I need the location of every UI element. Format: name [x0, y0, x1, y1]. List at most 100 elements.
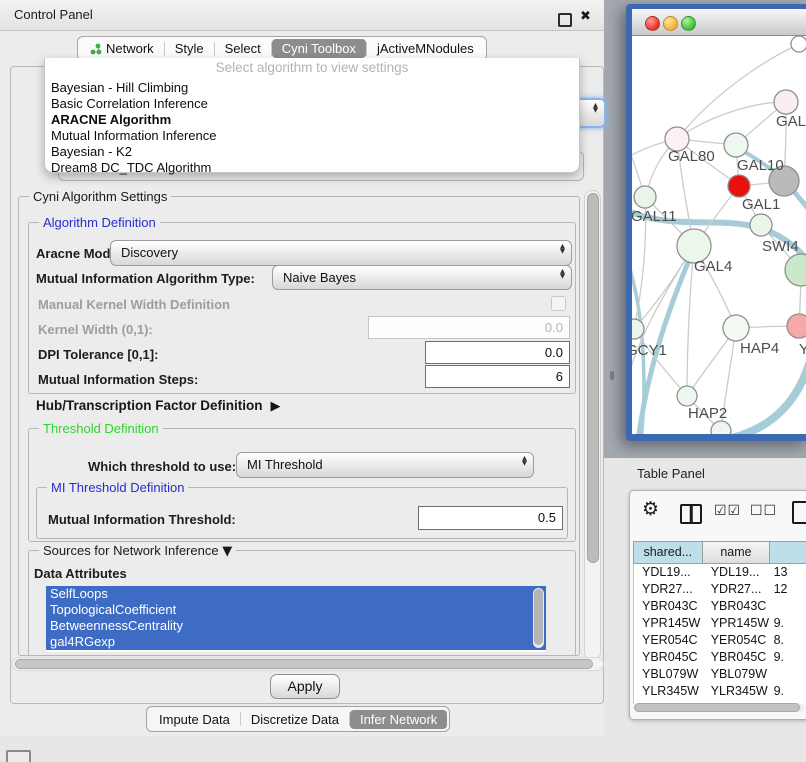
dropdown-option[interactable]: Mutual Information Inference [51, 128, 573, 144]
hub-transcription-factor-section[interactable]: Hub/Transcription Factor Definition▶ [36, 398, 281, 414]
table-row[interactable]: YBL079WYBL079W [634, 666, 806, 683]
threshold-definition-legend: Threshold Definition [39, 421, 163, 436]
algorithm-definition-legend: Algorithm Definition [39, 215, 160, 230]
settings-vscrollbar-thumb[interactable] [587, 193, 599, 563]
table-cell: YDR27... [703, 581, 771, 598]
manual-kernel-width-label: Manual Kernel Width Definition [38, 297, 230, 312]
attributes-list-scrollbar[interactable] [533, 588, 544, 648]
hide-columns-icon[interactable]: ☐☐ [750, 503, 777, 519]
table-hscrollbar-thumb[interactable] [634, 703, 800, 712]
network-node-label: GCY1 [632, 342, 667, 359]
table-row[interactable]: YBR043CYBR043C [634, 598, 806, 615]
table-mode-icon[interactable] [792, 501, 806, 524]
panel-divider-grip[interactable] [610, 371, 614, 380]
network-node-gal10[interactable] [724, 133, 748, 157]
tab-select[interactable]: Select [215, 39, 271, 58]
dropdown-option[interactable]: Dream8 DC_TDC Algorithm [51, 160, 573, 176]
table-cell [771, 598, 806, 615]
table-cell: YDL19... [703, 564, 771, 581]
network-node[interactable] [791, 36, 806, 52]
tab-style[interactable]: Style [165, 39, 214, 58]
table-column-header[interactable]: name [703, 542, 771, 564]
dropdown-option[interactable]: ARACNE Algorithm [51, 112, 573, 128]
dropdown-option[interactable]: Basic Correlation Inference [51, 96, 573, 112]
mi-algorithm-type-combobox[interactable]: Naive Bayes ▲▼ [272, 265, 572, 290]
window-zoom-button[interactable] [681, 16, 696, 31]
network-canvas[interactable]: GALGAL80GAL10GAL1GAL11SWI4GAL4GCY1HAP4YH… [632, 36, 806, 434]
tab-label: Infer Network [360, 712, 437, 727]
tab-discretize-data[interactable]: Discretize Data [241, 710, 349, 729]
settings-hscrollbar-thumb[interactable] [15, 659, 593, 669]
tab-label: Network [106, 41, 154, 56]
column-split-icon[interactable] [680, 504, 702, 524]
aracne-mode-combobox[interactable]: Discovery ▲▼ [110, 240, 572, 266]
expand-arrow-icon[interactable]: ▶ [271, 399, 281, 414]
tab-cyni-toolbox[interactable]: Cyni Toolbox [272, 39, 366, 58]
window-minimize-button[interactable] [663, 16, 678, 31]
attribute-list-item[interactable]: TopologicalCoefficient [46, 602, 546, 618]
float-icon[interactable] [558, 13, 572, 27]
table-column-header[interactable] [770, 542, 806, 564]
table-cell: 8. [771, 632, 806, 649]
tab-label: Select [225, 41, 261, 56]
mi-threshold-field[interactable]: 0.5 [418, 506, 563, 530]
table-row[interactable]: YPR145WYPR145W9. [634, 615, 806, 632]
manual-kernel-width-checkbox[interactable] [551, 296, 566, 311]
table-row[interactable]: YDL19...YDL19...13 [634, 564, 806, 581]
network-node-gal1[interactable] [728, 175, 750, 197]
tab-network[interactable]: Network [80, 39, 164, 58]
dpi-tolerance-field[interactable]: 0.0 [425, 341, 570, 364]
table-cell: YDL19... [634, 564, 703, 581]
mi-algorithm-type-label: Mutual Information Algorithm Type: [36, 271, 255, 286]
tab-infer-network[interactable]: Infer Network [350, 710, 447, 729]
close-icon[interactable]: ✖ [580, 9, 591, 24]
mi-steps-field[interactable]: 6 [425, 365, 570, 388]
collapsed-panel-icon[interactable] [6, 750, 31, 762]
network-node-gal11[interactable] [634, 186, 656, 208]
algorithm-dropdown-placeholder: Select algorithm to view settings [45, 60, 579, 75]
network-node-label: Y [799, 341, 806, 358]
which-threshold-combobox[interactable]: MI Threshold ▲▼ [236, 452, 534, 478]
network-node[interactable] [711, 421, 731, 434]
apply-button[interactable]: Apply [270, 674, 340, 699]
tab-impute-data[interactable]: Impute Data [149, 710, 240, 729]
network-graph[interactable]: GALGAL80GAL10GAL1GAL11SWI4GAL4GCY1HAP4YH… [632, 36, 806, 434]
dropdown-option[interactable]: Bayesian - Hill Climbing [51, 80, 573, 96]
table-column-header[interactable]: shared... [634, 542, 703, 564]
window-close-button[interactable] [645, 16, 660, 31]
settings-horizontal-scrollbar[interactable] [12, 657, 604, 671]
table-row[interactable]: YER054CYER054C8. [634, 632, 806, 649]
attribute-list-item[interactable]: gal4RGexp [46, 634, 546, 650]
collapse-arrow-icon[interactable]: ▼ [222, 544, 232, 559]
settings-vertical-scrollbar[interactable] [584, 190, 601, 660]
table-cell: 12 [771, 581, 806, 598]
network-node-hap4[interactable] [723, 315, 749, 341]
table-cell: YPR145W [634, 615, 703, 632]
tab-label: jActiveMNodules [377, 41, 474, 56]
tab-label: Discretize Data [251, 712, 339, 727]
table-cell: YBR045C [703, 649, 771, 666]
table-row[interactable]: YBR045CYBR045C9. [634, 649, 806, 666]
tab-label: Cyni Toolbox [282, 41, 356, 56]
table-cell: 13 [771, 564, 806, 581]
attribute-list-item[interactable]: BetweennessCentrality [46, 618, 546, 634]
network-node-hap2[interactable] [677, 386, 697, 406]
table-row[interactable]: YDR27...YDR27...12 [634, 581, 806, 598]
gear-icon[interactable]: ⚙ [642, 498, 659, 520]
network-view-window: GALGAL80GAL10GAL1GAL11SWI4GAL4GCY1HAP4YH… [626, 4, 806, 441]
table-row[interactable]: YLR345WYLR345W9. [634, 683, 806, 700]
table-cell: YBR043C [703, 598, 771, 615]
dropdown-option[interactable]: Bayesian - K2 [51, 144, 573, 160]
network-node[interactable] [785, 254, 806, 286]
network-node-swi4[interactable] [750, 214, 772, 236]
table-horizontal-scrollbar[interactable] [634, 703, 804, 712]
table-cell: 9. [771, 615, 806, 632]
show-columns-icon[interactable]: ☑☑ [714, 503, 741, 519]
network-node-gal[interactable] [774, 90, 798, 114]
attributes-scrollbar-thumb[interactable] [534, 589, 543, 645]
kernel-width-field[interactable]: 0.0 [368, 316, 570, 339]
tab-jactivemnodules[interactable]: jActiveMNodules [367, 39, 484, 58]
network-window-titlebar[interactable] [632, 9, 806, 36]
attribute-list-item[interactable]: SelfLoops [46, 586, 546, 602]
network-node-y[interactable] [787, 314, 806, 338]
